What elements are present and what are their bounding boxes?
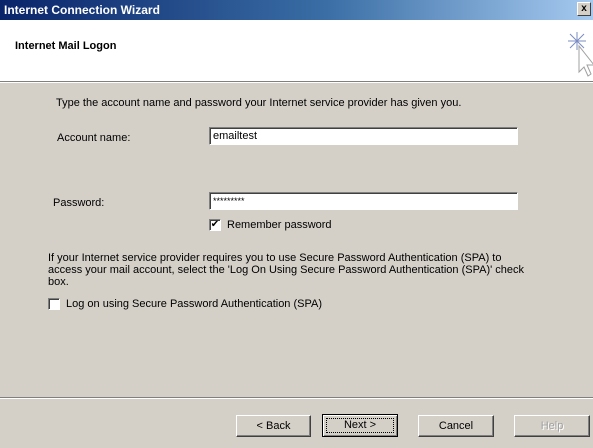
back-button[interactable]: < Back xyxy=(236,415,311,437)
password-label: Password: xyxy=(53,197,105,209)
page-heading: Internet Mail Logon xyxy=(15,40,117,52)
check-icon: ✔ xyxy=(210,219,220,230)
close-button[interactable]: x xyxy=(577,2,591,16)
wizard-icon xyxy=(568,32,593,77)
remember-password-checkbox[interactable]: ✔ xyxy=(209,219,221,231)
header-divider xyxy=(0,82,593,83)
spa-checkbox[interactable] xyxy=(48,298,60,310)
wizard-header: Internet Mail Logon xyxy=(0,20,593,82)
remember-password-label[interactable]: Remember password xyxy=(227,219,332,231)
next-button[interactable]: Next > xyxy=(322,414,398,437)
spa-info-text: If your Internet service provider requir… xyxy=(48,252,525,288)
account-name-input[interactable]: emailtest xyxy=(209,127,518,145)
focus-rectangle xyxy=(326,418,394,433)
spa-label[interactable]: Log on using Secure Password Authenticat… xyxy=(66,298,322,310)
title-bar[interactable]: Internet Connection Wizard x xyxy=(0,0,593,20)
window-title: Internet Connection Wizard xyxy=(4,3,160,17)
account-name-label: Account name: xyxy=(57,132,131,144)
intro-text: Type the account name and password your … xyxy=(56,97,462,109)
close-icon: x xyxy=(581,3,587,14)
help-button[interactable]: Help xyxy=(514,415,590,437)
cancel-button[interactable]: Cancel xyxy=(418,415,494,437)
password-input[interactable]: ********* xyxy=(209,192,518,210)
footer-divider-highlight xyxy=(0,398,593,399)
